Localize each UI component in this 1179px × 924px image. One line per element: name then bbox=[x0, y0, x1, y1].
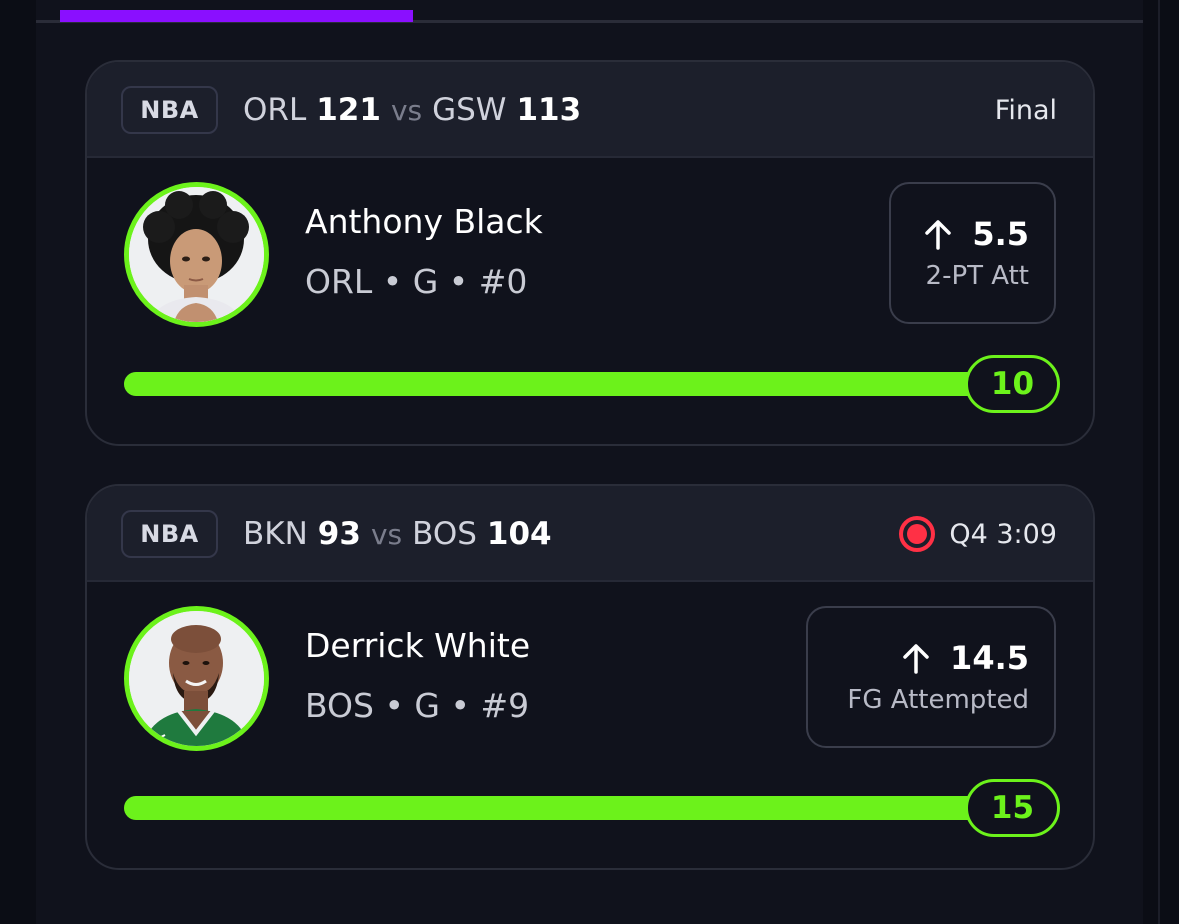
progress-track bbox=[124, 796, 1024, 820]
progress-fill bbox=[124, 796, 1024, 820]
player-avatar[interactable] bbox=[124, 182, 269, 327]
player-meta: BOS • G • #9 bbox=[305, 686, 530, 725]
prop-line-value: 14.5 bbox=[950, 639, 1029, 677]
away-team: BOS bbox=[412, 516, 477, 552]
player-name[interactable]: Anthony Black bbox=[305, 202, 543, 241]
home-team: ORL bbox=[243, 92, 307, 128]
prop-line-box[interactable]: 14.5 FG Attempted bbox=[806, 606, 1056, 748]
league-badge: NBA bbox=[121, 510, 218, 558]
game-matchup: ORL 121 vs GSW 113 bbox=[243, 88, 581, 132]
league-badge: NBA bbox=[121, 86, 218, 134]
player-meta: ORL • G • #0 bbox=[305, 262, 528, 301]
prop-card[interactable]: NBA ORL 121 vs GSW 113 Final Anthony Bla… bbox=[85, 60, 1095, 446]
right-gutter bbox=[1143, 0, 1179, 924]
game-matchup: BKN 93 vs BOS 104 bbox=[243, 512, 552, 556]
vs-label: vs bbox=[370, 517, 403, 551]
game-status-text: Final bbox=[994, 94, 1057, 126]
player-headshot bbox=[129, 187, 264, 322]
progress-value: 15 bbox=[965, 779, 1060, 837]
player-headshot bbox=[129, 611, 264, 746]
vs-label: vs bbox=[390, 93, 423, 127]
away-score: 113 bbox=[516, 92, 582, 128]
progress-value: 10 bbox=[965, 355, 1060, 413]
arrow-up-icon bbox=[900, 642, 932, 674]
player-avatar[interactable] bbox=[124, 606, 269, 751]
game-header: NBA ORL 121 vs GSW 113 Final bbox=[87, 62, 1093, 158]
player-name[interactable]: Derrick White bbox=[305, 626, 530, 665]
progress-track bbox=[124, 372, 1024, 396]
game-status: Final bbox=[995, 90, 1057, 130]
left-gutter bbox=[0, 0, 36, 924]
right-divider bbox=[1158, 0, 1160, 924]
game-status: Q4 3:09 bbox=[899, 514, 1057, 554]
arrow-up-icon bbox=[922, 218, 954, 250]
prop-card[interactable]: NBA BKN 93 vs BOS 104 Q4 3:09 Derrick Wh… bbox=[85, 484, 1095, 870]
active-tab-indicator[interactable] bbox=[60, 10, 413, 22]
progress-fill bbox=[124, 372, 1024, 396]
game-header: NBA BKN 93 vs BOS 104 Q4 3:09 bbox=[87, 486, 1093, 582]
home-score: 121 bbox=[316, 92, 381, 128]
prop-line-box[interactable]: 5.5 2-PT Att bbox=[889, 182, 1056, 324]
live-dot bbox=[907, 524, 928, 544]
prop-line-value: 5.5 bbox=[972, 215, 1029, 253]
home-score: 93 bbox=[317, 516, 361, 552]
away-score: 104 bbox=[486, 516, 552, 552]
game-status-text: Q4 3:09 bbox=[949, 518, 1057, 550]
live-indicator-icon bbox=[899, 516, 936, 552]
prop-stat-type: FG Attempted bbox=[847, 685, 1029, 715]
away-team: GSW bbox=[432, 92, 507, 128]
prop-line: 14.5 bbox=[900, 639, 1029, 677]
home-team: BKN bbox=[243, 516, 308, 552]
prop-line: 5.5 bbox=[922, 215, 1029, 253]
prop-stat-type: 2-PT Att bbox=[925, 261, 1029, 291]
